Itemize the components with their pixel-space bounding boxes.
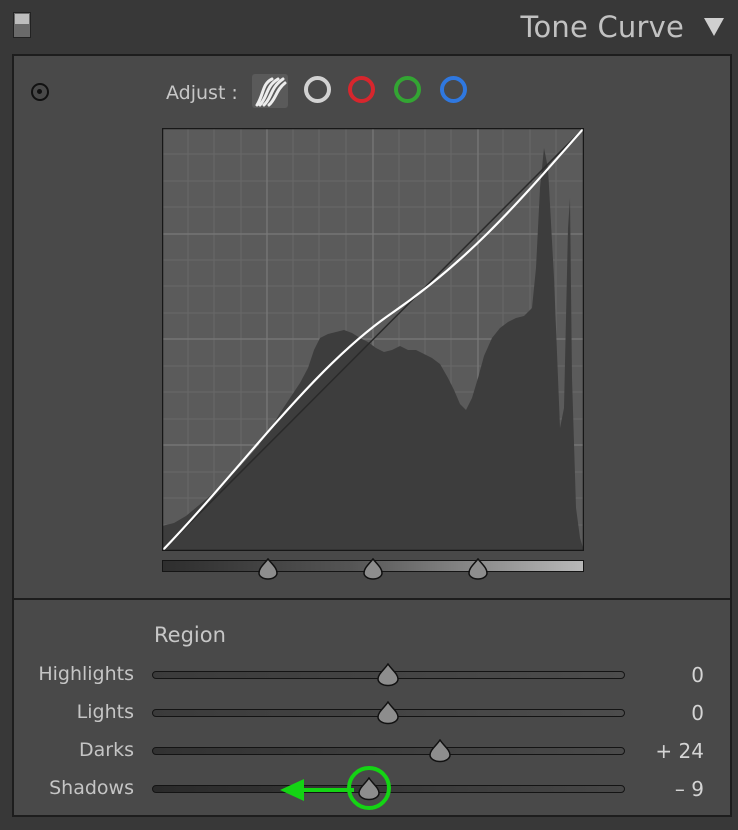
triangle-down-icon[interactable] xyxy=(704,18,724,36)
highlights-label: Highlights xyxy=(38,663,134,685)
green-channel-icon[interactable] xyxy=(394,76,421,103)
shadows-label: Shadows xyxy=(49,777,134,799)
targeted-adjustment-icon[interactable] xyxy=(31,83,49,101)
darks-slider[interactable] xyxy=(152,747,625,755)
panel-title: Tone Curve xyxy=(520,10,684,44)
darks-value[interactable]: + 24 xyxy=(584,739,704,763)
panel-bottom xyxy=(0,817,738,830)
region-section: Region Highlights 0 Lights 0 Darks + 24 … xyxy=(12,600,732,817)
darks-label: Darks xyxy=(79,739,134,761)
panel-toggle-icon[interactable] xyxy=(13,12,31,38)
shadows-value[interactable]: – 9 xyxy=(584,777,704,801)
lights-slider-thumb[interactable] xyxy=(376,701,400,725)
tone-curve-graph[interactable] xyxy=(162,128,584,551)
midtones-split-handle[interactable] xyxy=(362,558,384,580)
point-curve-rgb-icon[interactable] xyxy=(304,76,331,103)
lights-value[interactable]: 0 xyxy=(584,701,704,725)
red-channel-icon[interactable] xyxy=(348,76,375,103)
blue-channel-icon[interactable] xyxy=(440,76,467,103)
panel-header[interactable]: Tone Curve xyxy=(0,0,738,54)
region-title: Region xyxy=(154,623,226,647)
highlights-slider-thumb[interactable] xyxy=(376,663,400,687)
arrow-left-icon xyxy=(280,779,354,801)
adjust-label: Adjust : xyxy=(166,82,238,104)
highlights-split-handle[interactable] xyxy=(467,558,489,580)
darks-slider-thumb[interactable] xyxy=(428,739,452,763)
tone-curve-section: Adjust : xyxy=(12,54,732,600)
lights-label: Lights xyxy=(76,701,134,723)
highlights-value[interactable]: 0 xyxy=(584,663,704,687)
shadows-split-handle[interactable] xyxy=(257,558,279,580)
parametric-curve-icon[interactable] xyxy=(252,74,288,108)
